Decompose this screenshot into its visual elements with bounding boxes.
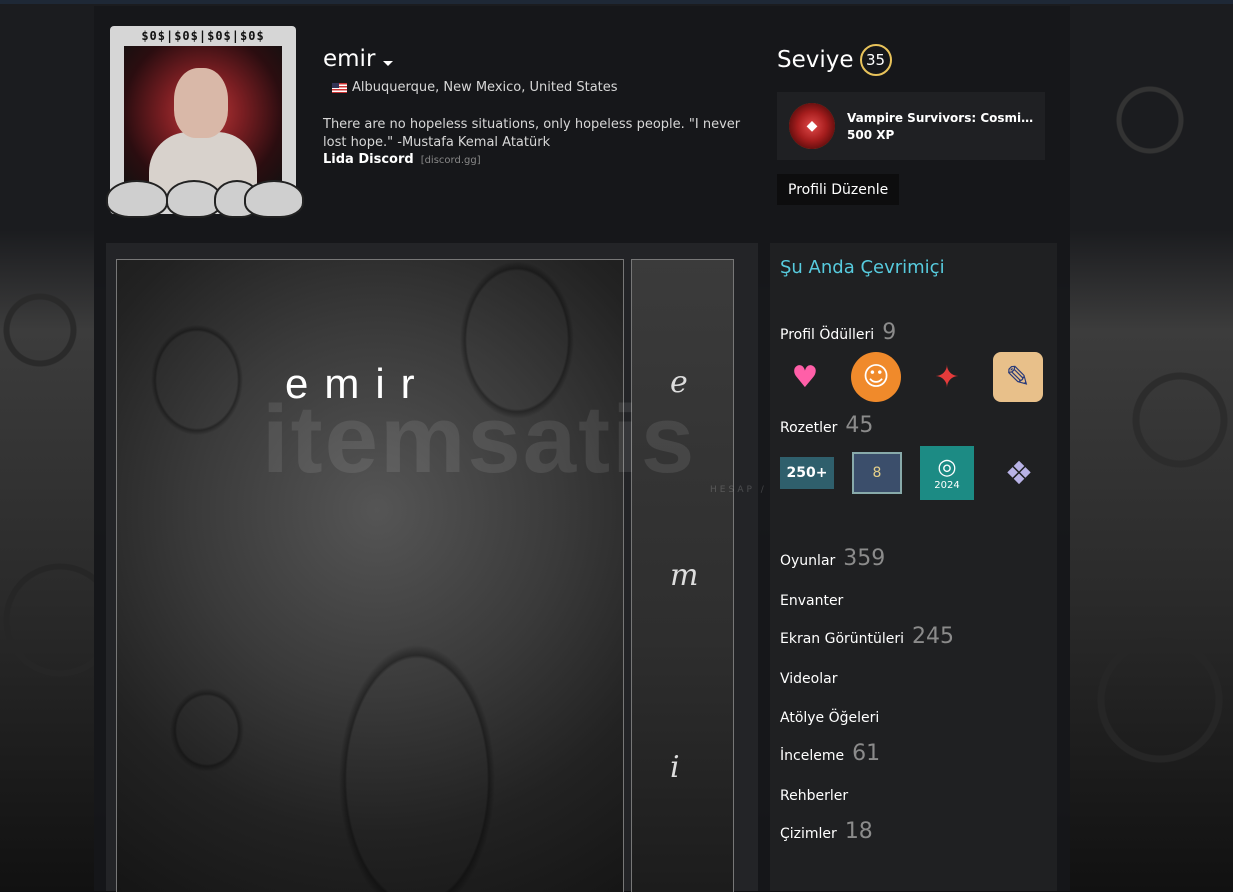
side-letter: e	[670, 365, 688, 400]
level-row: Seviye 35	[777, 44, 892, 76]
favorite-badge-name: Vampire Survivors: Cosmic Expe...	[847, 110, 1037, 125]
online-status: Şu Anda Çevrimiçi	[780, 257, 945, 278]
location: Albuquerque, New Mexico, United States	[332, 80, 618, 95]
nav-artwork-count: 18	[844, 819, 873, 844]
heart-award-icon[interactable]: ♥	[780, 352, 830, 402]
level-badge[interactable]: 35	[859, 44, 892, 76]
steam-2024-badge-icon[interactable]: ◎ 2024	[920, 446, 974, 500]
avatar-money-bags	[104, 174, 304, 218]
nav-artwork-label: Çizimler	[780, 826, 837, 842]
nav-workshop[interactable]: Atölye Öğeleri	[780, 710, 879, 726]
nav-screenshots-count: 245	[912, 624, 955, 649]
chevron-down-icon	[383, 60, 394, 66]
avatar[interactable]: $0$|$0$|$0$|$0$	[104, 24, 304, 220]
nav-inventory-label: Envanter	[780, 593, 844, 609]
crystal-badge-icon[interactable]: ❖	[992, 446, 1046, 500]
persona-name: emir	[323, 46, 376, 72]
years-service-badge-icon[interactable]: 8	[852, 452, 902, 494]
badges-link[interactable]: Rozetler 45	[780, 413, 873, 438]
nav-games-count: 359	[843, 546, 886, 571]
location-text: Albuquerque, New Mexico, United States	[352, 80, 618, 95]
nav-workshop-label: Atölye Öğeleri	[780, 710, 880, 726]
nav-screenshots-label: Ekran Görüntüleri	[780, 631, 905, 647]
profile-awards-label: Profil Ödülleri	[780, 327, 875, 343]
badges-label: Rozetler	[780, 420, 838, 436]
nav-inventory[interactable]: Envanter	[780, 593, 843, 609]
avatar-frame-text: $0$|$0$|$0$|$0$	[141, 29, 265, 43]
showcase-artwork-side[interactable]: e m i	[631, 259, 734, 892]
side-letter: m	[670, 558, 699, 593]
profile-link[interactable]: Lida Discord [discord.gg]	[323, 152, 481, 167]
nav-reviews-label: İnceleme	[780, 748, 845, 764]
avatar-image	[124, 46, 282, 192]
badges-list: 250+ 8 ◎ 2024 ❖	[780, 446, 1046, 500]
profile-awards-list: ♥ ☺ ✦ ✎	[780, 352, 1043, 402]
showcase-artwork-title: emir	[285, 360, 431, 407]
scroll-quill-award-icon[interactable]: ✎	[993, 352, 1043, 402]
profile-awards-count: 9	[882, 320, 897, 345]
nav-games-label: Oyunlar	[780, 553, 836, 569]
favorite-badge[interactable]: ◆ Vampire Survivors: Cosmic Expe... 500 …	[777, 92, 1045, 160]
nav-reviews-count: 61	[852, 741, 881, 766]
profile-link-label[interactable]: Lida Discord	[323, 152, 414, 167]
money-bag-icon	[244, 180, 304, 218]
side-letter: i	[670, 750, 680, 785]
years-service-badge-text: 8	[872, 465, 882, 481]
profile-awards-link[interactable]: Profil Ödülleri 9	[780, 320, 896, 345]
vampire-survivors-badge-icon: ◆	[789, 103, 835, 149]
level-label: Seviye	[777, 47, 854, 73]
chicken-ghost-award-icon[interactable]: ✦	[922, 352, 972, 402]
steam-2024-badge-text: 2024	[934, 480, 960, 491]
games-250-badge-icon[interactable]: 250+	[780, 457, 834, 489]
nav-guides[interactable]: Rehberler	[780, 788, 848, 804]
nav-screenshots[interactable]: Ekran Görüntüleri 245	[780, 624, 954, 649]
persona-name-dropdown[interactable]: emir	[323, 46, 394, 72]
nav-videos[interactable]: Videolar	[780, 671, 837, 687]
laughing-face-award-icon[interactable]: ☺	[851, 352, 901, 402]
showcase-artwork-main[interactable]: emir	[116, 259, 624, 892]
money-bag-icon	[106, 180, 168, 218]
avatar-figure-face	[174, 68, 228, 138]
games-250-badge-text: 250+	[786, 465, 828, 481]
steam-logo-icon: ◎	[937, 455, 957, 480]
favorite-badge-xp: 500 XP	[847, 127, 895, 142]
nav-artwork[interactable]: Çizimler 18	[780, 819, 873, 844]
us-flag-icon	[332, 82, 347, 93]
top-nav-strip	[0, 0, 1233, 4]
nav-videos-label: Videolar	[780, 671, 838, 687]
nav-reviews[interactable]: İnceleme 61	[780, 741, 880, 766]
edit-profile-button[interactable]: Profili Düzenle	[777, 174, 900, 205]
profile-summary: There are no hopeless situations, only h…	[323, 117, 741, 150]
nav-guides-label: Rehberler	[780, 788, 849, 804]
profile-link-domain: [discord.gg]	[420, 155, 481, 166]
nav-games[interactable]: Oyunlar 359	[780, 546, 885, 571]
badges-count: 45	[845, 413, 874, 438]
